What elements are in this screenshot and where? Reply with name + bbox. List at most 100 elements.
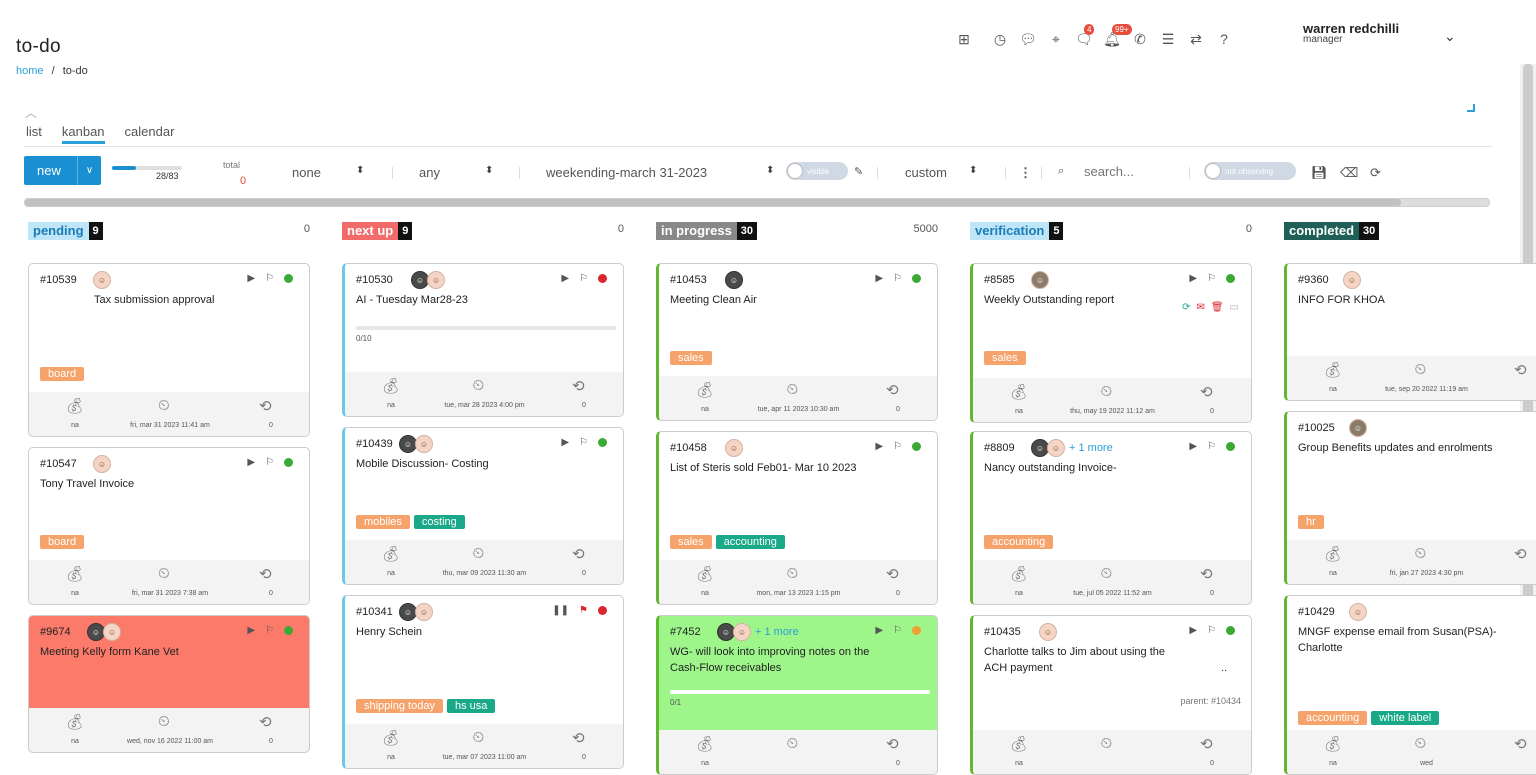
task-id[interactable]: #10530 bbox=[356, 274, 393, 286]
tag[interactable]: board bbox=[40, 535, 85, 549]
flag-icon[interactable]: ⚐ bbox=[265, 457, 274, 468]
task-id[interactable]: #10429 bbox=[1298, 606, 1335, 618]
task-id[interactable]: #9360 bbox=[1298, 274, 1329, 286]
flag-icon[interactable]: ⚐ bbox=[265, 625, 274, 636]
play-icon[interactable]: ▶ bbox=[1189, 441, 1197, 452]
user-menu[interactable]: warren redchilli manager bbox=[1303, 21, 1399, 45]
flag-icon[interactable]: ⚐ bbox=[1207, 273, 1216, 284]
pencil-icon[interactable]: ✎ bbox=[854, 165, 863, 178]
trash-icon[interactable]: 🗑︎ bbox=[1211, 302, 1224, 313]
task-title[interactable]: MNGF expense email from Susan(PSA)- Char… bbox=[1298, 624, 1498, 656]
task-title[interactable]: Weekly Outstanding report bbox=[984, 292, 1184, 308]
task-title[interactable]: Nancy outstanding Invoice- bbox=[984, 460, 1184, 476]
horizontal-scrollbar[interactable] bbox=[24, 198, 1490, 207]
select-none[interactable]: none ⬍ bbox=[292, 165, 364, 180]
tab-kanban[interactable]: kanban bbox=[61, 124, 105, 144]
parent-link[interactable]: parent: #10434 bbox=[1180, 696, 1241, 706]
task-title[interactable]: Meeting Kelly form Kane Vet bbox=[40, 644, 240, 660]
chevron-down-icon[interactable]: ⌄ bbox=[1444, 28, 1456, 45]
tag[interactable]: hs usa bbox=[446, 699, 496, 713]
clock-icon[interactable]: ◷ bbox=[986, 30, 1014, 48]
tag[interactable]: mobiles bbox=[356, 515, 410, 529]
search-input[interactable] bbox=[1084, 162, 1184, 180]
task-id[interactable]: #10435 bbox=[984, 626, 1021, 638]
task-card[interactable]: #10453 ☺ ▶ ⚐ Meeting Clean Air sales 💰︎ ⏲ ⟲ na tue… bbox=[656, 263, 938, 421]
flag-icon[interactable]: ⚐ bbox=[1207, 625, 1216, 636]
help-icon[interactable]: ? bbox=[1210, 30, 1238, 48]
task-title[interactable]: Mobile Discussion- Costing bbox=[356, 456, 556, 472]
avatar[interactable]: ☺ bbox=[93, 455, 111, 473]
tag[interactable]: accounting bbox=[984, 535, 1054, 549]
column-label[interactable]: pending bbox=[28, 222, 89, 240]
avatar[interactable]: ☺ bbox=[1031, 271, 1049, 289]
task-title[interactable]: Henry Schein bbox=[356, 624, 556, 640]
flag-icon[interactable]: ⚐ bbox=[893, 273, 902, 284]
task-card[interactable]: #8809 ☺ ☺ + 1 more ▶ ⚐ Nancy outstanding Invoi… bbox=[970, 431, 1252, 605]
avatar[interactable]: ☺ bbox=[725, 439, 743, 457]
task-card[interactable]: #10429 ☺ MNGF expense email from Susan(PSA… bbox=[1284, 595, 1536, 775]
avatar[interactable]: ☺ bbox=[1047, 439, 1065, 457]
breadcrumb-home-link[interactable]: home bbox=[16, 65, 44, 77]
column-label[interactable]: next up bbox=[342, 222, 399, 240]
refresh-icon[interactable]: ⟳ bbox=[1370, 165, 1381, 181]
phone-icon[interactable]: ✆ bbox=[1126, 30, 1154, 48]
select-any[interactable]: any ⬍ bbox=[419, 165, 493, 180]
task-title[interactable]: Meeting Clean Air bbox=[670, 292, 870, 308]
column-label[interactable]: in progress bbox=[656, 222, 737, 240]
swap-arrows-icon[interactable]: ⇄ bbox=[1182, 30, 1210, 48]
flag-icon[interactable]: ⚐ bbox=[579, 273, 588, 284]
task-id[interactable]: #10547 bbox=[40, 458, 77, 470]
task-card[interactable]: #7452 ☺ ☺ + 1 more ▶ ⚐ WG- will look into impr… bbox=[656, 615, 938, 775]
task-card[interactable]: #10025 ☺ Group Benefits updates and enrolm… bbox=[1284, 411, 1536, 585]
flag-icon[interactable]: ⚐ bbox=[893, 625, 902, 636]
avatar[interactable]: ☺ bbox=[93, 271, 111, 289]
task-id[interactable]: #8585 bbox=[984, 274, 1015, 286]
archive-icon[interactable]: ▭ bbox=[1230, 302, 1239, 313]
play-icon[interactable]: ▶ bbox=[875, 273, 883, 284]
task-id[interactable]: #9674 bbox=[40, 626, 71, 638]
task-title[interactable]: AI - Tuesday Mar28-23 bbox=[356, 292, 556, 308]
column-label[interactable]: completed bbox=[1284, 222, 1360, 240]
task-card[interactable]: #10547 ☺ ▶ ⚐ Tony Travel Invoice board 💰︎ ⏲ ⟲ na f… bbox=[28, 447, 310, 605]
task-id[interactable]: #7452 bbox=[670, 626, 701, 638]
eraser-icon[interactable]: ⌫ bbox=[1340, 165, 1358, 181]
task-card[interactable]: #9360 ☺ INFO FOR KHOA 💰︎ ⏲ ⟲ na tue, sep 20 202… bbox=[1284, 263, 1536, 401]
task-card[interactable]: #9674 ☺ ☺ ▶ ⚐ Meeting Kelly form Kane Vet 💰︎ ⏲ ⟲… bbox=[28, 615, 310, 753]
flag-icon[interactable]: ⚐ bbox=[265, 273, 274, 284]
task-card[interactable]: #10341 ☺ ☺ ❚❚ ⚑ Henry Schein shipping today hs … bbox=[342, 595, 624, 769]
tab-list[interactable]: list bbox=[26, 124, 42, 144]
chevron-down-icon[interactable]: ∨ bbox=[77, 156, 101, 185]
play-icon[interactable]: ▶ bbox=[561, 273, 569, 284]
corner-resize-icon[interactable] bbox=[1467, 104, 1475, 112]
task-id[interactable]: #10025 bbox=[1298, 422, 1335, 434]
play-icon[interactable]: ▶ bbox=[875, 441, 883, 452]
location-pin-icon[interactable]: ⌖ bbox=[1042, 30, 1070, 48]
flag-icon[interactable]: ⚐ bbox=[893, 441, 902, 452]
plus-square-icon[interactable]: ⊞ bbox=[950, 30, 978, 48]
flag-icon[interactable]: ⚐ bbox=[579, 437, 588, 448]
avatar[interactable]: ☺ bbox=[427, 271, 445, 289]
task-title[interactable]: WG- will look into improving notes on th… bbox=[670, 644, 870, 676]
flag-icon[interactable]: ⚑ bbox=[579, 605, 588, 616]
visible-toggle[interactable]: visible bbox=[786, 162, 848, 180]
play-icon[interactable]: ▶ bbox=[247, 625, 255, 636]
task-id[interactable]: #10439 bbox=[356, 438, 393, 450]
more-assignees-link[interactable]: + 1 more bbox=[1069, 439, 1113, 457]
messages-icon[interactable]: 🗨︎ 4 bbox=[1070, 24, 1098, 48]
task-card[interactable]: #10458 ☺ ▶ ⚐ List of Steris sold Feb01- Mar … bbox=[656, 431, 938, 605]
task-card[interactable]: #10439 ☺ ☺ ▶ ⚐ Mobile Discussion- Costing mobi… bbox=[342, 427, 624, 585]
task-title[interactable]: INFO FOR KHOA bbox=[1298, 292, 1498, 308]
play-icon[interactable]: ▶ bbox=[1189, 625, 1197, 636]
tag[interactable]: accounting bbox=[715, 535, 785, 549]
play-icon[interactable]: ▶ bbox=[875, 625, 883, 636]
avatar[interactable]: ☺ bbox=[725, 271, 743, 289]
avatar[interactable]: ☺ bbox=[1349, 603, 1367, 621]
chat-icon[interactable]: 💬︎ bbox=[1014, 30, 1042, 48]
more-assignees-link[interactable]: + 1 more bbox=[755, 623, 799, 641]
avatar[interactable]: ☺ bbox=[415, 435, 433, 453]
collapse-chevron-icon[interactable]: ︿ bbox=[25, 104, 37, 121]
task-title[interactable]: Charlotte talks to Jim about using the A… bbox=[984, 644, 1184, 676]
task-title[interactable]: Tony Travel Invoice bbox=[40, 476, 240, 492]
avatar[interactable]: ☺ bbox=[1343, 271, 1361, 289]
avatar[interactable]: ☺ bbox=[733, 623, 751, 641]
